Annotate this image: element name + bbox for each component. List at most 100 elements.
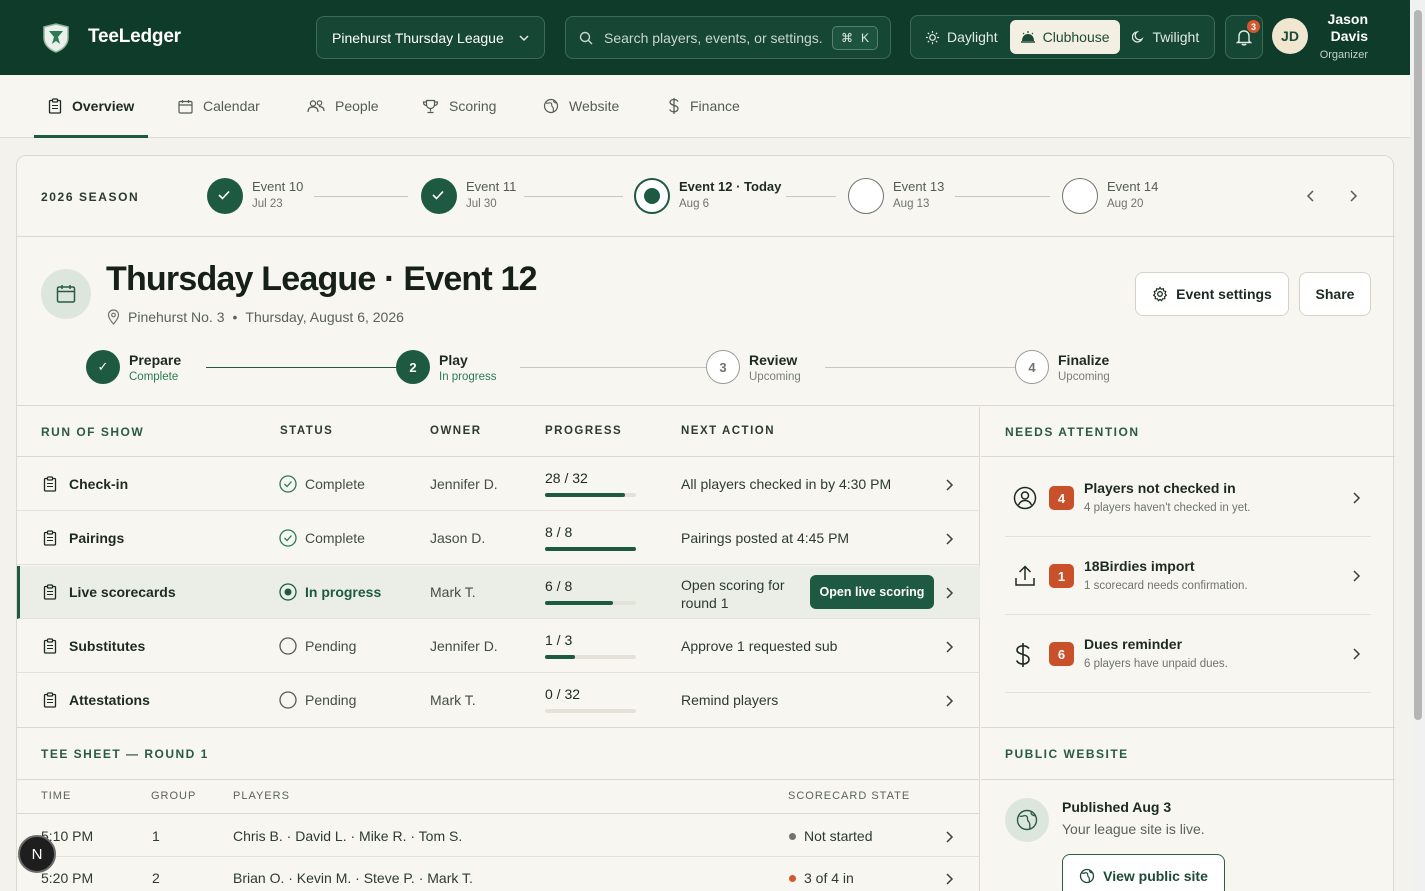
- tab-website[interactable]: Website: [543, 75, 619, 137]
- table-row-live-scorecards[interactable]: Live scorecards In progress Mark T. 6 / …: [17, 566, 980, 619]
- chevron-right-icon[interactable]: [944, 830, 954, 844]
- chevron-right-icon[interactable]: [944, 872, 954, 886]
- scorecard-state: 3 of 4 in: [789, 870, 854, 886]
- tab-overview[interactable]: Overview: [34, 75, 148, 138]
- open-live-scoring-button[interactable]: Open live scoring: [810, 575, 934, 609]
- phase-title: Review: [749, 352, 798, 368]
- attention-title: Dues reminder: [1084, 636, 1183, 652]
- shortcut-key: K: [860, 31, 869, 45]
- brand-name[interactable]: TeeLedger: [88, 26, 181, 48]
- tab-calendar[interactable]: Calendar: [178, 75, 260, 137]
- chevron-right-icon[interactable]: [944, 478, 954, 492]
- phase-marker: 4: [1015, 350, 1049, 384]
- chevron-left-icon[interactable]: [1304, 187, 1318, 205]
- user-circle-icon: [1013, 486, 1037, 510]
- tab-label: Calendar: [203, 98, 260, 114]
- check-circle-icon: [279, 475, 297, 493]
- shield-logo-icon[interactable]: [42, 23, 70, 53]
- table-row-substitutes[interactable]: Substitutes Pending Jennifer D. 1 / 3 Ap…: [17, 620, 980, 673]
- event-complete-marker: [207, 178, 243, 214]
- attention-item-import[interactable]: 1 18Birdies import 1 scorecard needs con…: [1005, 537, 1371, 615]
- chevron-right-icon[interactable]: [1346, 187, 1360, 205]
- user-name[interactable]: Jason Davis: [1310, 11, 1368, 45]
- share-button[interactable]: Share: [1299, 272, 1371, 316]
- publish-status-subtitle: Your league site is live.: [1062, 821, 1205, 837]
- status-text: Pending: [305, 692, 357, 708]
- shortcut-cmd: ⌘: [840, 31, 853, 45]
- table-row[interactable]: 5:10 PM 1 Chris B. · David L. · Mike R. …: [17, 815, 980, 857]
- event-course: Pinehurst No. 3: [128, 309, 225, 325]
- needs-attention-header: NEEDS ATTENTION: [981, 407, 1395, 457]
- gear-icon: [1152, 286, 1168, 302]
- row-owner: Mark T.: [430, 584, 476, 600]
- chevron-right-icon[interactable]: [944, 640, 954, 654]
- table-row[interactable]: 5:20 PM 2 Brian O. · Kevin M. · Steve P.…: [17, 857, 980, 891]
- search-input[interactable]: Search players, events, or settings. ⌘ K: [565, 16, 891, 59]
- floating-assistant-button[interactable]: N: [18, 835, 56, 873]
- table-row-pairings[interactable]: Pairings Complete Jason D. 8 / 8 Pairing…: [17, 512, 980, 565]
- phase-marker: ✓: [86, 350, 120, 384]
- attention-subtitle: 4 players haven't checked in yet.: [1084, 502, 1251, 514]
- row-name: Live scorecards: [69, 584, 176, 600]
- user-role: Organizer: [1319, 49, 1368, 61]
- notification-count-badge: 3: [1246, 19, 1261, 34]
- attention-subtitle: 1 scorecard needs confirmation.: [1084, 580, 1248, 592]
- phase-status: Upcoming: [749, 371, 801, 383]
- theme-twilight-button[interactable]: Twilight: [1122, 20, 1210, 54]
- scrollbar-thumb[interactable]: [1414, 10, 1422, 720]
- tab-label: Finance: [690, 98, 740, 114]
- progress-bar: [545, 493, 636, 497]
- league-selector[interactable]: Pinehurst Thursday League: [316, 16, 545, 59]
- event-title: Event 10: [252, 179, 304, 194]
- event-overview-card: 2026 SEASON Event 10 Jul 23 Event 11 Jul…: [16, 155, 1395, 891]
- progress-bar-fill: [545, 547, 636, 551]
- status-text: Pending: [305, 638, 357, 654]
- lamp-icon: [1020, 31, 1035, 43]
- timeline-connector: [955, 196, 1050, 197]
- progress-bar-fill: [545, 655, 576, 659]
- dollar-icon: [669, 98, 679, 114]
- attention-title: 18Birdies import: [1084, 558, 1195, 574]
- table-row-attestations[interactable]: Attestations Pending Mark T. 0 / 32 Remi…: [17, 674, 980, 727]
- row-progress-text: 8 / 8: [545, 524, 573, 540]
- tab-finance[interactable]: Finance: [668, 75, 740, 137]
- notifications-button[interactable]: 3: [1225, 15, 1263, 59]
- event-settings-label: Event settings: [1176, 286, 1272, 302]
- column-progress: PROGRESS: [545, 425, 623, 437]
- column-next-action: NEXT ACTION: [681, 425, 776, 437]
- tab-people[interactable]: People: [307, 75, 379, 137]
- phase-title: Play: [439, 352, 468, 368]
- chevron-right-icon[interactable]: [1351, 569, 1361, 583]
- website-badge: [1005, 798, 1049, 842]
- phase-title: Prepare: [129, 352, 182, 368]
- clipboard-icon: [43, 584, 57, 600]
- phase-connector: [520, 367, 706, 368]
- timeline-connector: [314, 196, 408, 197]
- table-header: RUN OF SHOW STATUS OWNER PROGRESS NEXT A…: [17, 407, 980, 457]
- page-scrollbar[interactable]: [1410, 0, 1425, 891]
- chevron-right-icon[interactable]: [1351, 647, 1361, 661]
- event-settings-button[interactable]: Event settings: [1135, 272, 1289, 316]
- event-upcoming-marker: [848, 178, 884, 214]
- tab-scoring[interactable]: Scoring: [422, 75, 496, 137]
- view-public-site-button[interactable]: View public site: [1062, 854, 1225, 891]
- user-last-name: Davis: [1330, 28, 1368, 44]
- chevron-right-icon[interactable]: [944, 586, 954, 600]
- theme-clubhouse-button[interactable]: Clubhouse: [1009, 20, 1120, 54]
- attention-item-check-in[interactable]: 4 Players not checked in 4 players haven…: [1005, 459, 1371, 537]
- theme-daylight-button[interactable]: Daylight: [915, 20, 1008, 54]
- event-date: Thursday, August 6, 2026: [245, 309, 404, 325]
- row-owner: Jennifer D.: [430, 476, 498, 492]
- chevron-right-icon[interactable]: [944, 694, 954, 708]
- attention-subtitle: 6 players have unpaid dues.: [1084, 658, 1228, 670]
- chevron-right-icon[interactable]: [944, 532, 954, 546]
- run-of-show-table: RUN OF SHOW STATUS OWNER PROGRESS NEXT A…: [17, 407, 980, 727]
- globe-icon: [1016, 809, 1038, 831]
- in-progress-icon: [279, 583, 297, 601]
- run-of-show-heading: RUN OF SHOW: [41, 425, 145, 439]
- column-group: GROUP: [151, 790, 197, 802]
- chevron-right-icon[interactable]: [1351, 491, 1361, 505]
- tab-label: Overview: [72, 98, 135, 114]
- attention-item-dues[interactable]: 6 Dues reminder 6 players have unpaid du…: [1005, 615, 1371, 693]
- table-row-check-in[interactable]: Check-in Complete Jennifer D. 28 / 32 Al…: [17, 458, 980, 511]
